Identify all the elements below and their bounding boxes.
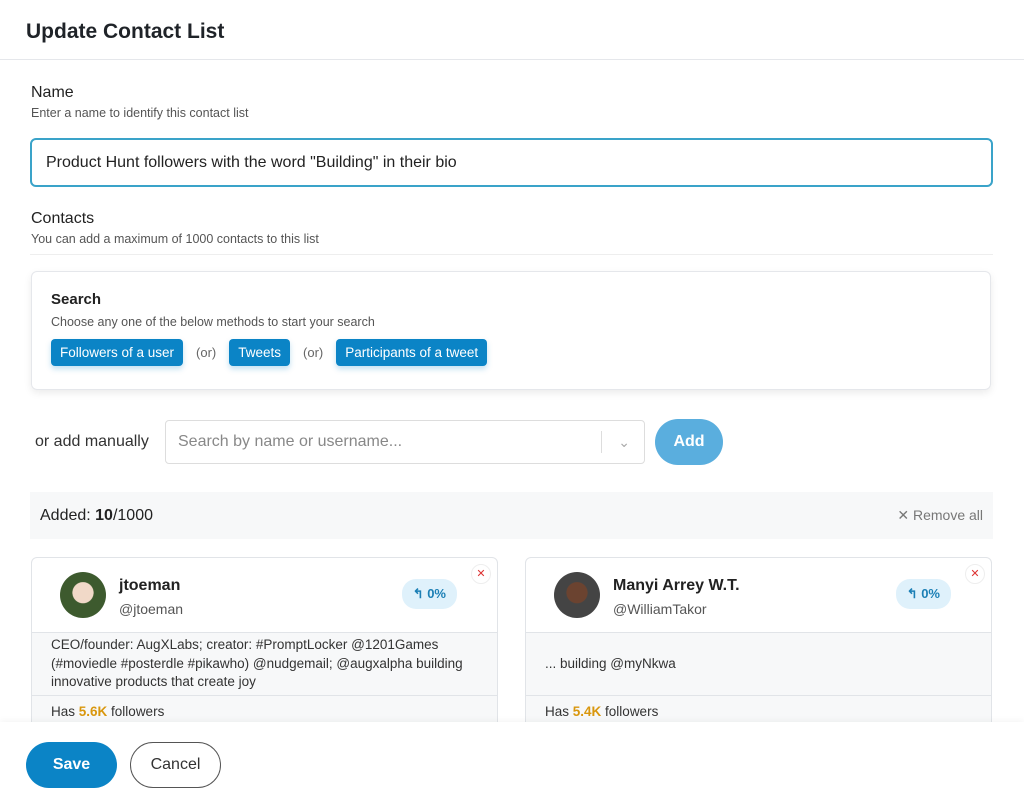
dialog-header: Update Contact List <box>0 0 1024 60</box>
remove-contact-button[interactable]: ✕ <box>965 564 985 584</box>
contacts-label: Contacts <box>31 210 95 227</box>
added-bar: Added: 10/1000 ✕ Remove all <box>30 492 993 539</box>
added-count: 10 <box>95 507 113 524</box>
cancel-button[interactable]: Cancel <box>130 742 221 788</box>
name-hint: Enter a name to identify this contact li… <box>31 106 249 120</box>
name-label: Name <box>31 84 74 101</box>
followers-count: 5.6K <box>78 704 108 719</box>
avatar <box>60 572 106 618</box>
search-title: Search <box>51 291 102 308</box>
reply-rate: 0% <box>921 586 940 601</box>
contact-card: jtoeman @jtoeman ↰ 0% ✕ CEO/founder: Aug… <box>31 557 498 737</box>
remove-all-button[interactable]: ✕ Remove all <box>897 492 983 539</box>
name-input[interactable]: Product Hunt followers with the word "Bu… <box>30 138 993 187</box>
search-card: Search Choose any one of the below metho… <box>31 271 991 390</box>
contact-bio: ... building @myNkwa <box>526 632 991 696</box>
followers-suffix: followers <box>107 704 165 719</box>
separator <box>601 431 602 453</box>
user-search-select[interactable]: Search by name or username... ⌄ <box>165 420 645 464</box>
added-label: Added: <box>40 507 96 524</box>
reply-icon: ↰ <box>906 586 922 601</box>
divider <box>30 254 993 255</box>
participants-of-tweet-button[interactable]: Participants of a tweet <box>336 339 488 366</box>
chevron-down-icon[interactable]: ⌄ <box>618 421 630 463</box>
followers-prefix: Has <box>545 704 573 719</box>
or-text: (or) <box>303 345 324 360</box>
followers-prefix: Has <box>51 704 79 719</box>
contacts-hint: You can add a maximum of 1000 contacts t… <box>31 232 319 246</box>
followers-of-user-button[interactable]: Followers of a user <box>51 339 184 366</box>
dialog-title: Update Contact List <box>26 20 225 43</box>
contact-name: Manyi Arrey W.T. <box>613 577 740 594</box>
user-search-placeholder: Search by name or username... <box>178 433 403 450</box>
followers-suffix: followers <box>601 704 659 719</box>
dialog-footer: Save Cancel <box>0 722 1024 807</box>
or-text: (or) <box>196 345 217 360</box>
contact-bio: CEO/founder: AugXLabs; creator: #PromptL… <box>32 632 497 696</box>
contact-card: Manyi Arrey W.T. @WilliamTakor ↰ 0% ✕ ..… <box>525 557 992 737</box>
save-button[interactable]: Save <box>26 742 117 788</box>
contact-handle: @WilliamTakor <box>613 601 707 617</box>
added-max: /1000 <box>112 507 153 524</box>
followers-count: 5.4K <box>572 704 602 719</box>
reply-rate-badge: ↰ 0% <box>401 579 457 609</box>
remove-all-label: Remove all <box>912 507 983 523</box>
tweets-button[interactable]: Tweets <box>229 339 291 366</box>
add-button[interactable]: Add <box>655 419 723 465</box>
avatar <box>554 572 600 618</box>
reply-icon: ↰ <box>412 586 428 601</box>
close-icon: ✕ <box>897 507 913 523</box>
reply-rate: 0% <box>427 586 446 601</box>
reply-rate-badge: ↰ 0% <box>895 579 951 609</box>
search-hint: Choose any one of the below methods to s… <box>51 315 375 329</box>
remove-contact-button[interactable]: ✕ <box>471 564 491 584</box>
contact-handle: @jtoeman <box>119 601 184 617</box>
contact-name: jtoeman <box>119 577 181 594</box>
manual-label: or add manually <box>35 433 149 450</box>
